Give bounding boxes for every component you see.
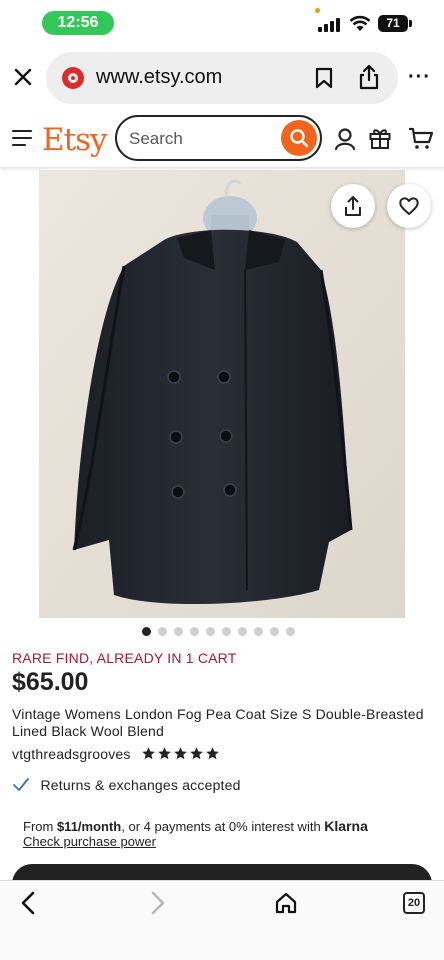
carousel-dot[interactable] bbox=[206, 627, 215, 636]
user-icon[interactable] bbox=[334, 127, 356, 151]
carousel-dot[interactable] bbox=[238, 627, 247, 636]
shop-row[interactable]: vtgthreadsgrooves bbox=[12, 745, 221, 763]
address-field[interactable]: www.etsy.com bbox=[46, 52, 398, 104]
carousel-dot[interactable] bbox=[286, 627, 295, 636]
etsy-header: Etsy Search bbox=[0, 112, 444, 168]
status-time: 12:56 bbox=[42, 11, 114, 35]
rare-find-badge: RARE FIND, ALREADY IN 1 CART bbox=[12, 650, 237, 666]
url-text[interactable]: www.etsy.com bbox=[96, 66, 222, 89]
search-input[interactable]: Search bbox=[115, 115, 322, 161]
star-icon bbox=[174, 747, 187, 760]
klarna-amount: $11/month bbox=[56, 819, 122, 834]
heart-icon bbox=[399, 197, 419, 215]
home-icon[interactable] bbox=[274, 891, 298, 915]
carousel-dot[interactable] bbox=[158, 627, 167, 636]
tab-count-button[interactable]: 20 bbox=[403, 892, 425, 914]
check-purchase-power-link[interactable]: Check purchase power bbox=[23, 834, 156, 849]
close-icon[interactable] bbox=[10, 64, 36, 90]
search-button[interactable] bbox=[281, 120, 317, 156]
shop-name[interactable]: vtgthreadsgrooves bbox=[12, 746, 131, 762]
share-icon[interactable] bbox=[358, 64, 380, 90]
carousel-dot[interactable] bbox=[222, 627, 231, 636]
carousel-dot[interactable] bbox=[142, 627, 151, 636]
gift-icon[interactable] bbox=[368, 126, 392, 150]
product-image[interactable] bbox=[39, 170, 405, 618]
browser-toolbar: 20 bbox=[0, 880, 444, 960]
product-title: Vintage Womens London Fog Pea Coat Size … bbox=[12, 706, 424, 739]
more-options-button[interactable]: ··· bbox=[408, 66, 431, 89]
star-icon bbox=[142, 747, 155, 760]
coat-photo bbox=[39, 170, 405, 618]
carousel-dot[interactable] bbox=[190, 627, 199, 636]
klarna-suffix: , or 4 payments at 0% interest with bbox=[121, 819, 325, 834]
back-icon[interactable] bbox=[18, 891, 40, 915]
forward-icon[interactable] bbox=[146, 891, 168, 915]
cart-icon[interactable] bbox=[408, 126, 434, 150]
klarna-logo: Klarna bbox=[324, 818, 368, 834]
carousel-dots[interactable] bbox=[142, 627, 295, 637]
browser-url-bar: www.etsy.com bbox=[0, 52, 444, 104]
status-bar: 12:56 71 bbox=[0, 0, 444, 46]
cellular-signal-icon bbox=[318, 18, 342, 32]
carousel-dot[interactable] bbox=[270, 627, 279, 636]
search-placeholder: Search bbox=[129, 129, 183, 148]
privacy-indicator-dot bbox=[315, 8, 320, 13]
returns-text: Returns & exchanges accepted bbox=[40, 776, 241, 793]
returns-row: Returns & exchanges accepted bbox=[12, 776, 241, 796]
bookmark-icon[interactable] bbox=[314, 67, 334, 89]
check-icon bbox=[13, 777, 29, 791]
etsy-logo[interactable]: Etsy bbox=[42, 122, 108, 158]
image-share-button[interactable] bbox=[331, 184, 375, 228]
klarna-offer: From $11/month, or 4 payments at 0% inte… bbox=[23, 818, 368, 834]
favorite-button[interactable] bbox=[387, 184, 431, 228]
site-warning-icon[interactable] bbox=[62, 67, 84, 89]
menu-icon[interactable] bbox=[12, 130, 32, 146]
price: $65.00 bbox=[12, 668, 89, 696]
wifi-icon bbox=[349, 15, 371, 31]
star-icon bbox=[158, 747, 171, 760]
search-icon bbox=[290, 129, 309, 148]
star-rating[interactable] bbox=[141, 745, 221, 763]
share-icon bbox=[345, 196, 361, 216]
star-icon bbox=[206, 747, 219, 760]
battery-icon: 71 bbox=[378, 15, 412, 32]
carousel-dot[interactable] bbox=[174, 627, 183, 636]
star-icon bbox=[190, 747, 203, 760]
klarna-prefix: From bbox=[23, 819, 57, 834]
carousel-dot[interactable] bbox=[254, 627, 263, 636]
